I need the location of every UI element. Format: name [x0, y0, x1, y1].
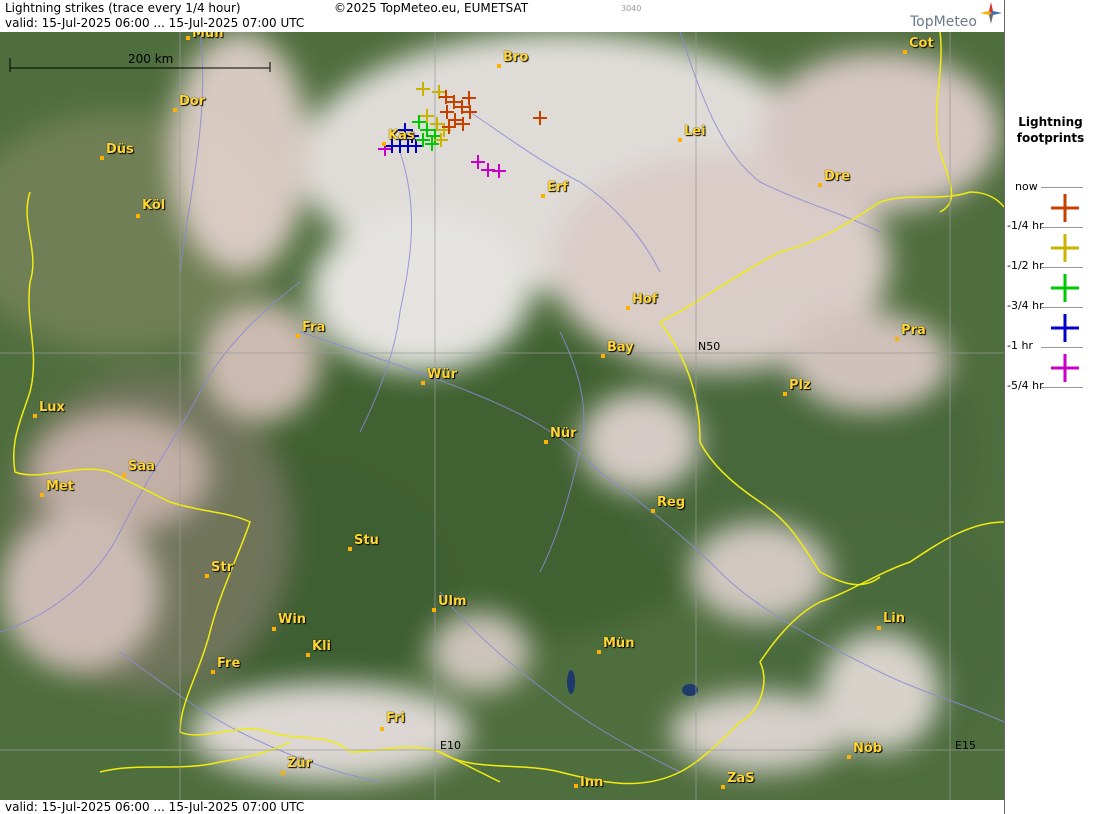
legend-label-five-quarter: -5/4 hr	[1007, 379, 1044, 392]
legend-label-three-quarter: -3/4 hr	[1007, 299, 1044, 312]
cross-icon-one-hour	[1051, 354, 1079, 382]
map-title: Lightning strikes (trace every 1/4 hour)	[5, 1, 241, 15]
legend-label-half: -1/2 hr	[1007, 259, 1044, 272]
map-footer: valid: 15-Jul-2025 06:00 ... 15-Jul-2025…	[0, 800, 1004, 814]
legend-label-quarter: -1/4 hr	[1007, 219, 1044, 232]
legend-label-one-hour: -1 hr	[1007, 339, 1033, 352]
brand-name: TopMeteo	[910, 14, 977, 30]
lake	[567, 670, 575, 694]
legend-cross-icons	[1051, 194, 1079, 382]
valid-time-footer: valid: 15-Jul-2025 06:00 ... 15-Jul-2025…	[5, 800, 305, 814]
map-header: Lightning strikes (trace every 1/4 hour)…	[0, 0, 1004, 32]
satellite-map[interactable]: 200 km N50 E10 E15 Mün Bro Cot Dor Lei D…	[0, 32, 1004, 800]
longitude-label-e10: E10	[440, 739, 461, 752]
cross-icon-half	[1051, 274, 1079, 302]
cross-icon-now	[1051, 194, 1079, 222]
cross-icon-quarter	[1051, 234, 1079, 262]
valid-time-header: valid: 15-Jul-2025 06:00 ... 15-Jul-2025…	[5, 16, 305, 30]
cross-icon-three-quarter	[1051, 314, 1079, 342]
legend-divider	[1041, 187, 1083, 188]
legend-label-now: now	[1015, 180, 1038, 193]
latitude-label: N50	[698, 340, 721, 353]
legend-panel: Lightning footprints now -1/4 hr -1/2 hr…	[1004, 0, 1095, 814]
legend-title: Lightning footprints	[1016, 115, 1085, 145]
compass-logo-icon	[980, 2, 1002, 24]
longitude-label-e15: E15	[955, 739, 976, 752]
copyright: ©2025 TopMeteo.eu, EUMETSAT	[334, 1, 529, 15]
image-code: 3040	[621, 4, 642, 13]
scale-bar-label: 200 km	[128, 52, 174, 66]
